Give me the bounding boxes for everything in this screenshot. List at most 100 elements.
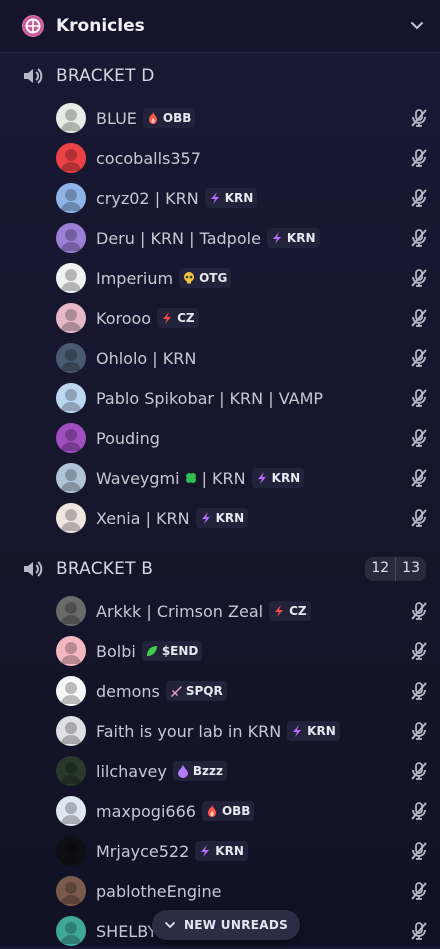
lightning-icon	[201, 845, 210, 857]
fire-icon	[148, 112, 157, 124]
avatar	[56, 423, 86, 453]
voice-user-row[interactable]: Arkkk | Crimson Zeal CZ	[56, 593, 430, 629]
avatar	[56, 716, 86, 746]
lightning-icon	[293, 725, 302, 737]
new-unreads-label: NEW UNREADS	[183, 918, 289, 932]
voice-user-row[interactable]: lilchavey Bzzz	[56, 753, 430, 789]
chevron-down-icon[interactable]	[408, 17, 426, 35]
voice-user-row[interactable]: cocoballs357	[56, 140, 430, 176]
username: Arkkk | Crimson Zeal	[96, 601, 264, 621]
server-tag: OBB	[142, 108, 196, 128]
server-tag-label: KRN	[271, 471, 301, 485]
drop-purple-icon	[177, 765, 188, 778]
username: maxpogi666	[96, 801, 196, 821]
mic-muted-icon	[411, 922, 427, 940]
mic-muted-icon	[411, 722, 427, 740]
server-tag-label: KRN	[286, 231, 316, 245]
voice-user-row[interactable]: Waveygmi | KRN KRN	[56, 460, 430, 496]
server-name: Kronicles	[56, 16, 145, 36]
voice-user-row[interactable]: BLUE OBB	[56, 100, 430, 136]
username: SHELBY	[96, 921, 158, 941]
mic-muted-icon	[411, 882, 427, 900]
speaker-stage-icon	[24, 561, 43, 577]
leaf-icon	[146, 646, 157, 656]
username: Faith is your lab in KRN	[96, 721, 282, 741]
server-tag: $END	[141, 641, 203, 661]
username: Xenia | KRN	[96, 508, 190, 528]
username: Korooo	[96, 308, 152, 328]
voice-user-row[interactable]: Korooo CZ	[56, 300, 430, 336]
clover-icon	[185, 473, 196, 483]
username: Waveygmi	[96, 468, 180, 488]
avatar	[56, 836, 86, 866]
voice-user-row[interactable]: Xenia | KRN KRN	[56, 500, 430, 536]
server-tag: Bzzz	[172, 761, 227, 781]
mic-muted-icon	[411, 842, 427, 860]
avatar	[56, 636, 86, 666]
avatar	[56, 383, 86, 413]
bolt-red-icon	[163, 312, 172, 324]
mic-muted-icon	[411, 389, 427, 407]
mic-muted-icon	[411, 229, 427, 247]
lightning-icon	[272, 232, 281, 244]
channel-name: BRACKET D	[56, 66, 155, 86]
new-unreads-button[interactable]: NEW UNREADS	[152, 910, 300, 940]
voice-user-row[interactable]: Faith is your lab in KRN KRN	[56, 713, 430, 749]
server-tag: OBB	[201, 801, 255, 821]
bolt-red-icon	[275, 605, 284, 617]
username: Imperium	[96, 268, 174, 288]
mic-muted-icon	[411, 802, 427, 820]
server-tag: OTG	[179, 268, 232, 288]
server-tag-label: OTG	[199, 271, 228, 285]
avatar	[56, 103, 86, 133]
username: lilchavey	[96, 761, 167, 781]
mic-muted-icon	[411, 469, 427, 487]
user-count: 12	[371, 560, 390, 576]
server-tag-label: Bzzz	[192, 764, 223, 778]
server-tag: KRN	[266, 228, 320, 248]
avatar	[56, 503, 86, 533]
mic-muted-icon	[411, 762, 427, 780]
avatar	[56, 756, 86, 786]
avatar	[56, 343, 86, 373]
voice-user-row[interactable]: demons SPQR	[56, 673, 430, 709]
server-header[interactable]: Kronicles	[0, 0, 440, 53]
mic-muted-icon	[411, 642, 427, 660]
chevron-down-icon	[165, 922, 175, 929]
voice-user-row[interactable]: Bolbi $END	[56, 633, 430, 669]
mic-muted-icon	[411, 109, 427, 127]
server-tag-label: CZ	[177, 311, 195, 325]
voice-user-row[interactable]: pablotheEngine	[56, 873, 430, 909]
server-tag-label: SPQR	[185, 684, 223, 698]
lightning-icon	[257, 472, 266, 484]
username: cocoballs357	[96, 148, 201, 168]
username: Pouding	[96, 428, 160, 448]
voice-channel-bracket-b[interactable]: BRACKET B 12 13	[20, 554, 426, 584]
voice-user-row[interactable]: maxpogi666 OBB	[56, 793, 430, 829]
voice-user-row[interactable]: Pablo Spikobar | KRN | VAMP	[56, 380, 430, 416]
avatar	[56, 183, 86, 213]
username: pablotheEngine	[96, 881, 222, 901]
voice-user-row[interactable]: Pouding	[56, 420, 430, 456]
user-limit: 13	[402, 560, 420, 576]
skull-icon	[184, 272, 195, 284]
kronicles-server-icon	[22, 15, 44, 37]
mic-muted-icon	[411, 309, 427, 327]
server-tag: CZ	[157, 308, 199, 328]
voice-channel-bracket-d[interactable]: BRACKET D	[20, 61, 426, 91]
voice-user-row[interactable]: Imperium OTG	[56, 260, 430, 296]
username: Ohlolo | KRN	[96, 348, 197, 368]
mic-muted-icon	[411, 429, 427, 447]
server-tag-label: KRN	[224, 191, 254, 205]
voice-user-row[interactable]: cryz02 | KRN KRN	[56, 180, 430, 216]
server-tag-label: OBB	[162, 111, 192, 125]
voice-user-row[interactable]: Mrjayce522 KRN	[56, 833, 430, 869]
avatar	[56, 596, 86, 626]
username: demons	[96, 681, 160, 701]
voice-user-row[interactable]: Ohlolo | KRN	[56, 340, 430, 376]
voice-user-row[interactable]: Deru | KRN | Tadpole KRN	[56, 220, 430, 256]
server-tag: KRN	[195, 508, 249, 528]
server-tag-label: KRN	[215, 844, 244, 858]
lightning-icon	[201, 512, 210, 524]
server-tag-label: KRN	[307, 724, 336, 738]
